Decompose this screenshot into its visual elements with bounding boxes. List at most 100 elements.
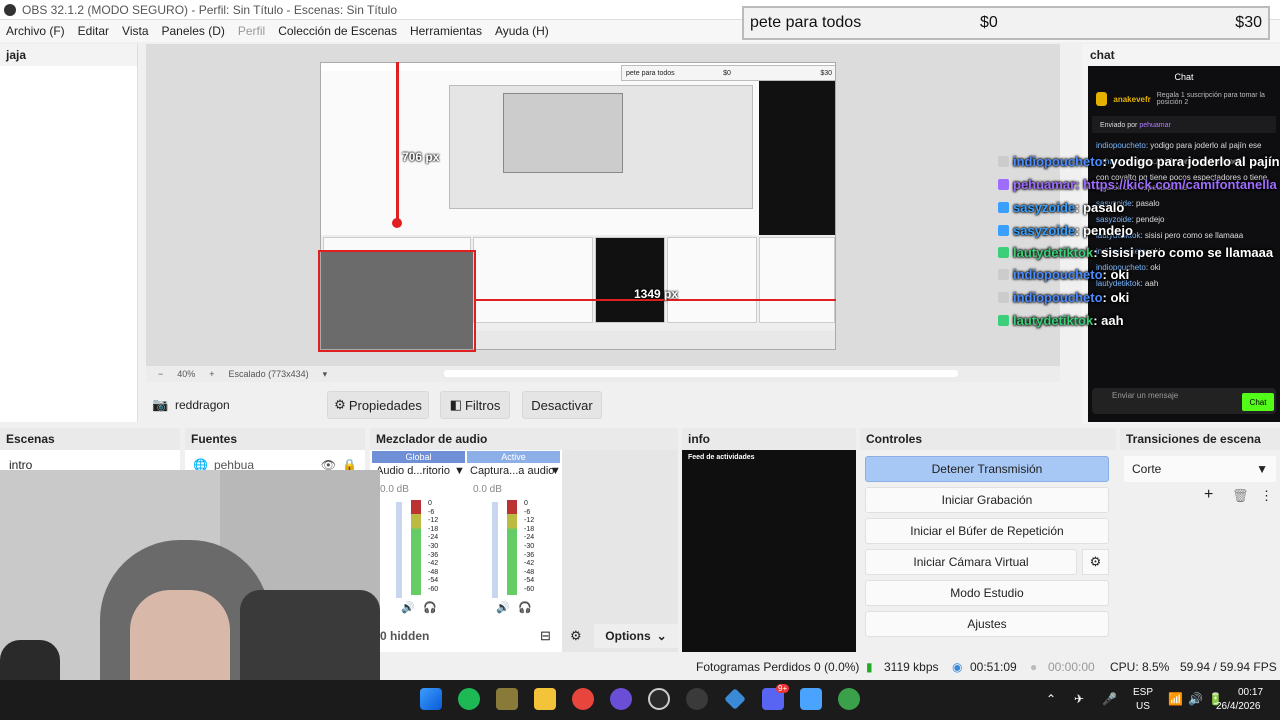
nested-webcam xyxy=(321,251,473,349)
filter-icon: ◧ xyxy=(449,397,462,412)
start-replay-buffer-button[interactable]: Iniciar el Búfer de Repetición xyxy=(865,518,1109,544)
channel1-speaker-icon[interactable]: 🔊 xyxy=(401,601,415,614)
channel2-menu-icon[interactable]: ▼ xyxy=(550,465,561,477)
tray-expand-icon[interactable]: ⌃ xyxy=(1046,692,1056,706)
fps: 59.94 / 59.94 FPS xyxy=(1180,660,1277,674)
chevron-down-icon: ⌄ xyxy=(656,629,667,643)
record-icon: ● xyxy=(1030,660,1038,674)
scenes-dock-title: Escenas xyxy=(0,428,180,450)
folder-icon[interactable] xyxy=(534,688,556,710)
left-dock-item[interactable]: jaja xyxy=(0,44,137,66)
obs-logo-icon xyxy=(4,3,16,16)
deactivate-button[interactable]: Desactivar xyxy=(522,391,602,419)
channel1-name: Audio d...ritorio xyxy=(376,465,450,477)
virtual-cam-settings-icon[interactable]: ⚙ xyxy=(1082,549,1109,575)
trash-icon[interactable]: 🗑 xyxy=(1232,488,1249,504)
zoom-out-button[interactable]: − xyxy=(158,369,163,379)
menu-paneles[interactable]: Paneles (D) xyxy=(162,24,225,38)
channel2-name: Captura...a audio xyxy=(470,465,555,477)
overlay-chat-line: sasyzoide: pendejo xyxy=(998,223,1133,238)
gift-badge-icon xyxy=(1096,92,1108,106)
volume-icon[interactable]: 🔊 xyxy=(1188,692,1203,706)
status-bar: Fotogramas Perdidos 0 (0.0%) ▮ 3119 kbps… xyxy=(380,656,1280,678)
sources-dock-title: Fuentes xyxy=(185,428,365,450)
mixer-tab-active[interactable]: Active xyxy=(467,451,560,463)
controls-dock-title: Controles xyxy=(860,428,1116,450)
properties-button[interactable]: ⚙ Propiedades xyxy=(327,391,429,419)
windows-start-icon[interactable] xyxy=(420,688,442,710)
channel2-speaker-icon[interactable]: 🔊 xyxy=(496,601,510,614)
nested-chat xyxy=(759,81,835,241)
clock-time[interactable]: 00:17 xyxy=(1238,687,1263,698)
studio-mode-button[interactable]: Modo Estudio xyxy=(865,580,1109,606)
selection-top xyxy=(318,250,476,252)
channel2-fader[interactable] xyxy=(492,502,498,598)
menu-editar[interactable]: Editar xyxy=(78,24,109,38)
tray-app-icon[interactable]: ✈ xyxy=(1074,692,1084,706)
channel2-headphone-icon[interactable]: 🎧 xyxy=(518,601,532,614)
chrome-icon[interactable] xyxy=(572,688,594,710)
channel1-headphone-icon[interactable]: 🎧 xyxy=(423,601,437,614)
nested-screen xyxy=(503,93,623,173)
menu-coleccion[interactable]: Colección de Escenas xyxy=(278,24,397,38)
transitions-dock-title: Transiciones de escena xyxy=(1120,428,1280,450)
zoom-dropdown-icon[interactable]: ▾ xyxy=(323,369,328,380)
donation-goal-overlay: pete para todos $0 $30 xyxy=(742,6,1270,40)
more-options-icon[interactable]: ⋮ xyxy=(1260,488,1273,504)
mixer-tab-global[interactable]: Global xyxy=(372,451,465,463)
channel1-scale: 0 -6 -12 -18 -24 -30 -36 -42 -48 -54 -60 xyxy=(428,500,439,593)
add-transition-icon[interactable]: + xyxy=(1204,486,1213,504)
start-recording-button[interactable]: Iniciar Grabación xyxy=(865,487,1109,513)
rotation-handle[interactable] xyxy=(392,218,402,228)
guide-vertical xyxy=(396,62,399,222)
cpu-usage: CPU: 8.5% xyxy=(1110,660,1170,674)
menu-vista[interactable]: Vista xyxy=(122,24,148,38)
channel1-fader[interactable] xyxy=(396,502,402,598)
donation-goal: $30 xyxy=(1235,14,1262,31)
preview-scrollbar[interactable] xyxy=(444,370,958,377)
dropped-frames: Fotogramas Perdidos 0 (0.0%) xyxy=(696,660,860,674)
overlay-chat-line: lautydetiktok: sisisi pero como se llama… xyxy=(998,245,1273,260)
channel1-meter xyxy=(411,500,421,595)
wifi-icon[interactable]: 📶 xyxy=(1168,692,1183,706)
menu-perfil[interactable]: Perfil xyxy=(238,24,265,38)
mixer-options-button[interactable]: Options ⌄ xyxy=(594,624,678,648)
mixer-layout-icon[interactable]: ⊟ xyxy=(540,628,551,644)
mixer-settings-icon[interactable]: ⚙ xyxy=(570,628,582,644)
photos-icon[interactable] xyxy=(800,688,822,710)
channel2-db: 0.0 dB xyxy=(473,484,502,495)
menu-herramientas[interactable]: Herramientas xyxy=(410,24,482,38)
overlay-chat-line: indiopoucheto: oki xyxy=(998,267,1129,282)
chat-send-button[interactable]: Chat xyxy=(1242,393,1274,411)
c-app-icon[interactable] xyxy=(648,688,670,710)
stop-stream-button[interactable]: Detener Transmisión xyxy=(865,456,1109,482)
record-time: 00:00:00 xyxy=(1048,660,1095,674)
selection-bottom xyxy=(318,350,476,352)
zoom-in-button[interactable]: + xyxy=(209,369,214,379)
spotify-icon[interactable] xyxy=(458,688,480,710)
obs-taskbar-icon[interactable] xyxy=(686,688,708,710)
menu-ayuda[interactable]: Ayuda (H) xyxy=(495,24,549,38)
channel2-scale: 0 -6 -12 -18 -24 -30 -36 -42 -48 -54 -60 xyxy=(524,500,535,593)
activity-feed-title: Feed de actividades xyxy=(688,454,755,461)
measure-horizontal: 1349 px xyxy=(634,287,679,301)
app-icon[interactable] xyxy=(496,688,518,710)
discord-badge: 9+ xyxy=(776,684,790,693)
microphone-icon[interactable]: 🎤 xyxy=(1102,692,1117,706)
donation-label: pete para todos xyxy=(750,14,862,31)
settings-button[interactable]: Ajustes xyxy=(865,611,1109,637)
menu-archivo[interactable]: Archivo (F) xyxy=(6,24,65,38)
chat-inner-title: Chat xyxy=(1174,72,1194,82)
overlay-chat-line: indiopoucheto: yodigo para joderlo al pa… xyxy=(998,154,1280,169)
filters-button[interactable]: ◧ Filtros xyxy=(440,391,510,419)
channel1-menu-icon[interactable]: ▼ xyxy=(454,465,465,477)
chat-app-icon[interactable] xyxy=(610,688,632,710)
gift-text: Regala 1 suscripción para tomar la posic… xyxy=(1156,92,1265,106)
keyboard-region[interactable]: US xyxy=(1136,701,1150,712)
start-virtual-cam-button[interactable]: Iniciar Cámara Virtual xyxy=(865,549,1077,575)
clock-date[interactable]: 26/4/2026 xyxy=(1216,701,1261,712)
transition-select[interactable]: Corte ▼ xyxy=(1124,456,1276,482)
source-toolbar: 📷 reddragon ⚙ Propiedades ◧ Filtros Desa… xyxy=(146,388,1060,422)
chrome-profile-icon[interactable] xyxy=(838,688,860,710)
keyboard-language[interactable]: ESP xyxy=(1133,687,1153,698)
